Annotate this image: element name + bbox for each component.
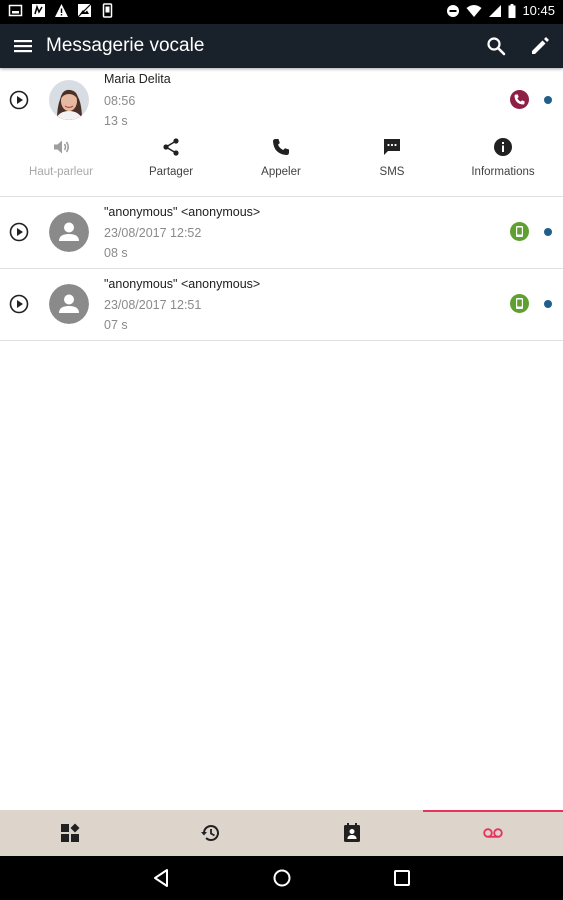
wifi-icon (466, 4, 482, 18)
sms-button[interactable]: SMS (337, 134, 447, 184)
unread-indicator (544, 228, 552, 236)
caller-name: "anonymous" <anonymous> (104, 277, 261, 291)
battery-icon (508, 3, 516, 18)
play-icon[interactable] (9, 222, 29, 242)
do-not-disturb-icon (446, 4, 460, 18)
voicemail-item[interactable]: "anonymous" <anonymous> 23/08/2017 12:52… (0, 197, 563, 269)
app-notification-icon (31, 3, 46, 18)
unread-indicator (544, 300, 552, 308)
status-bar: 10:45 (0, 0, 563, 24)
contacts-icon (344, 823, 360, 842)
system-nav-bar (0, 856, 563, 900)
phone-type-icon (510, 90, 529, 109)
voicemail-duration: 13 s (104, 114, 128, 128)
tab-dashboard[interactable] (0, 810, 140, 856)
share-button[interactable]: Partager (116, 134, 226, 184)
menu-icon[interactable] (12, 35, 34, 57)
voicemail-time: 23/08/2017 12:52 (104, 226, 202, 240)
page-title: Messagerie vocale (46, 35, 205, 56)
voicemail-duration: 07 s (104, 318, 128, 332)
voicemail-item[interactable]: Maria Delita 08:56 13 s Haut-parleur Par… (0, 68, 563, 197)
back-icon[interactable] (151, 867, 173, 889)
tab-voicemail[interactable] (423, 810, 563, 856)
home-icon[interactable] (271, 867, 293, 889)
avatar (49, 80, 89, 120)
call-button[interactable]: Appeler (226, 134, 336, 184)
voicemail-time: 23/08/2017 12:51 (104, 298, 202, 312)
share-icon (163, 138, 179, 156)
caller-name: Maria Delita (104, 72, 171, 86)
search-icon[interactable] (485, 35, 507, 57)
status-time: 10:45 (522, 3, 555, 18)
tab-contacts[interactable] (282, 810, 422, 856)
recents-icon[interactable] (391, 867, 413, 889)
info-label: Informations (471, 166, 535, 178)
avatar (49, 212, 89, 252)
sms-icon (384, 139, 400, 155)
call-icon (273, 139, 289, 155)
voicemail-time: 08:56 (104, 94, 136, 108)
signal-icon (488, 4, 502, 18)
share-label: Partager (148, 166, 194, 178)
speaker-icon (54, 140, 70, 154)
voicemail-icon (483, 828, 503, 838)
speaker-button[interactable]: Haut-parleur (6, 134, 116, 184)
call-label: Appeler (261, 166, 301, 178)
unread-indicator (544, 96, 552, 104)
edit-icon[interactable] (529, 35, 551, 57)
history-icon (201, 825, 219, 841)
warning-icon (54, 3, 69, 18)
info-button[interactable]: Informations (448, 134, 558, 184)
voicemail-duration: 08 s (104, 246, 128, 260)
sms-label: SMS (379, 166, 405, 178)
voicemail-item[interactable]: "anonymous" <anonymous> 23/08/2017 12:51… (0, 269, 563, 341)
mobile-type-icon (510, 222, 529, 241)
mobile-type-icon (510, 294, 529, 313)
system-icons: 10:45 (446, 3, 555, 18)
play-icon[interactable] (9, 294, 29, 314)
caller-name: "anonymous" <anonymous> (104, 205, 261, 219)
bottom-tab-bar (0, 810, 563, 856)
voicemail-actions: Haut-parleur Partager Appeler SMS Inform… (0, 134, 563, 184)
dashboard-icon (61, 823, 80, 842)
info-icon (494, 138, 512, 156)
play-icon[interactable] (9, 90, 29, 110)
photo-notification-icon (77, 3, 92, 18)
avatar (49, 284, 89, 324)
tab-history[interactable] (141, 810, 281, 856)
speaker-label: Haut-parleur (29, 166, 93, 178)
phone-notification-icon (100, 3, 115, 18)
app-bar: Messagerie vocale (0, 24, 563, 68)
image-notification-icon (8, 3, 23, 18)
notification-icons (8, 3, 115, 18)
